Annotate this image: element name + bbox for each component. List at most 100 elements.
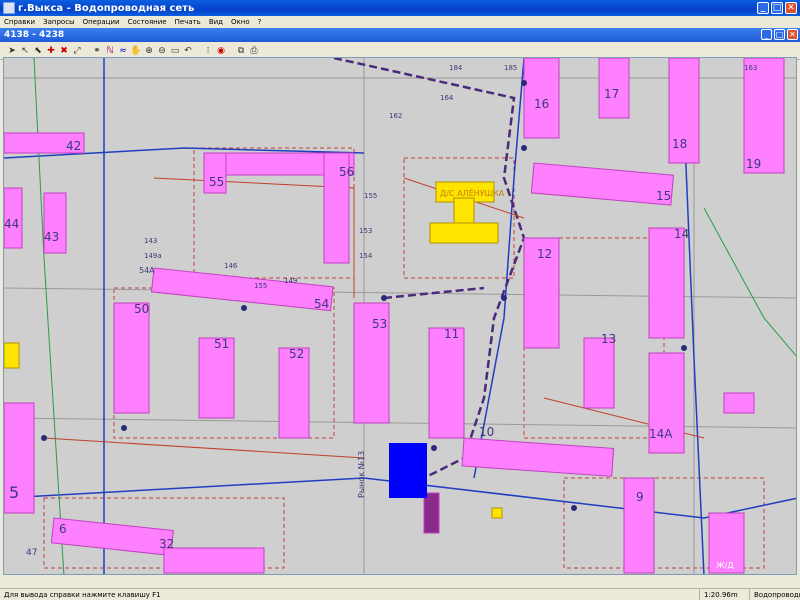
traffic-light-icon[interactable]: ⁝ <box>202 45 214 57</box>
building-32 <box>163 547 265 574</box>
label-14: 14 <box>674 227 689 241</box>
map-canvas[interactable]: 42 43 44 16 17 18 19 15 55 56 163 164 14… <box>3 57 797 575</box>
label-162: 162 <box>389 112 402 120</box>
pan-hand-icon[interactable]: ✋ <box>130 45 142 57</box>
zoom-rect-icon[interactable]: ▭ <box>169 45 181 57</box>
label-19: 19 <box>746 157 761 171</box>
label-55: 55 <box>209 175 224 189</box>
link-icon[interactable]: ⤢ <box>71 45 83 57</box>
menu-bar: Справки Запросы Операции Состояние Печат… <box>0 16 800 28</box>
window-title: г.Выкса - Водопроводная сеть <box>18 2 195 14</box>
mdi-minimize-button[interactable]: _ <box>761 29 772 40</box>
building-52 <box>278 347 310 439</box>
label-market: Рынок №13 <box>357 451 366 498</box>
undo-icon[interactable]: ↶ <box>182 45 194 57</box>
building-14 <box>648 227 685 339</box>
label-149a: 149а <box>144 252 162 260</box>
copy-icon[interactable]: ⧉ <box>235 45 247 57</box>
label-56: 56 <box>339 165 354 179</box>
status-hint: Для вывода справки нажмите клавишу F1 <box>0 588 700 600</box>
label-32: 32 <box>159 537 174 551</box>
building-50 <box>113 302 150 414</box>
label-5: 5 <box>9 483 19 502</box>
pointer-icon[interactable]: ➤ <box>6 45 18 57</box>
select-region-icon[interactable]: ⬉ <box>32 45 44 57</box>
mdi-maximize-button[interactable]: □ <box>774 29 785 40</box>
label-154: 154 <box>359 252 373 260</box>
label-164: 164 <box>440 94 454 102</box>
status-scale: 1:20.96m <box>700 588 750 600</box>
label-9: 9 <box>636 490 644 504</box>
app-window: г.Выкса - Водопроводная сеть _ □ ✕ Справ… <box>0 0 800 600</box>
delete-node-icon[interactable]: ✖ <box>58 45 70 57</box>
mdi-window-title: 4138 - 4238 <box>4 30 65 40</box>
mdi-title-bar[interactable]: 4138 - 4238 _ □ ✕ <box>0 28 800 42</box>
label-14A: 14А <box>649 427 673 441</box>
menu-window[interactable]: Окно <box>231 18 250 26</box>
label-143: 143 <box>144 237 157 245</box>
label-54: 54 <box>314 297 329 311</box>
mdi-controls: _ □ ✕ <box>761 29 798 40</box>
query-icon[interactable]: ℕ <box>104 45 116 57</box>
map-svg[interactable]: 42 43 44 16 17 18 19 15 55 56 163 164 14… <box>4 58 797 575</box>
wave-icon[interactable]: ≈ <box>117 45 129 57</box>
label-42: 42 <box>66 139 81 153</box>
label-54A: 54А <box>139 266 155 275</box>
status-bar: Для вывода справки нажмите клавишу F1 1:… <box>0 588 800 600</box>
label-16: 16 <box>534 97 549 111</box>
building-11 <box>428 327 465 439</box>
menu-about[interactable]: ? <box>258 18 262 26</box>
label-146: 146 <box>224 262 238 270</box>
title-bar[interactable]: г.Выкса - Водопроводная сеть _ □ ✕ <box>0 0 800 16</box>
building-19 <box>743 58 785 174</box>
blue-block <box>389 443 427 498</box>
label-43: 43 <box>44 230 59 244</box>
menu-operations[interactable]: Операции <box>83 18 120 26</box>
label-149: 149 <box>284 277 297 285</box>
menu-help[interactable]: Справки <box>4 18 35 26</box>
label-17: 17 <box>604 87 619 101</box>
menu-view[interactable]: Вид <box>209 18 223 26</box>
zoom-out-icon[interactable]: ⊖ <box>156 45 168 57</box>
select-icon[interactable]: ↖ <box>19 45 31 57</box>
label-12: 12 <box>537 247 552 261</box>
label-51: 51 <box>214 337 229 351</box>
maximize-button[interactable]: □ <box>771 2 783 14</box>
building-small <box>723 392 755 414</box>
print-icon[interactable]: ⎙ <box>248 45 260 57</box>
label-163: 163 <box>744 64 757 72</box>
close-button[interactable]: ✕ <box>785 2 797 14</box>
label-155: 155 <box>364 192 377 200</box>
building-purple <box>423 492 440 534</box>
minimize-button[interactable]: _ <box>757 2 769 14</box>
mdi-close-button[interactable]: ✕ <box>787 29 798 40</box>
label-52: 52 <box>289 347 304 361</box>
toolbar-separator <box>195 45 201 57</box>
label-11: 11 <box>444 327 459 341</box>
building-13 <box>583 337 615 409</box>
toolbar-separator <box>84 45 90 57</box>
label-50: 50 <box>134 302 149 316</box>
status-layer: Водопроводная се <box>754 590 800 599</box>
toolbar-separator <box>228 45 234 57</box>
label-153: 153 <box>359 227 372 235</box>
label-44: 44 <box>4 217 19 231</box>
label-18: 18 <box>672 137 687 151</box>
add-node-icon[interactable]: ✚ <box>45 45 57 57</box>
menu-queries[interactable]: Запросы <box>43 18 74 26</box>
label-53: 53 <box>372 317 387 331</box>
label-kindergarten: Д/С АЛЁНУШКА <box>440 188 505 198</box>
zoom-in-icon[interactable]: ⊕ <box>143 45 155 57</box>
app-icon <box>3 2 15 14</box>
label-184: 184 <box>449 64 463 72</box>
building-43 <box>43 192 67 254</box>
binoculars-icon[interactable]: ⚭ <box>91 45 103 57</box>
label-6: 6 <box>59 522 67 536</box>
label-155b: 155 <box>254 282 267 290</box>
menu-state[interactable]: Состояние <box>128 18 167 26</box>
menu-print[interactable]: Печать <box>175 18 201 26</box>
label-10: 10 <box>479 425 494 439</box>
target-icon[interactable]: ◉ <box>215 45 227 57</box>
label-47: 47 <box>26 548 37 558</box>
label-zd: Ж/Д <box>716 561 734 570</box>
